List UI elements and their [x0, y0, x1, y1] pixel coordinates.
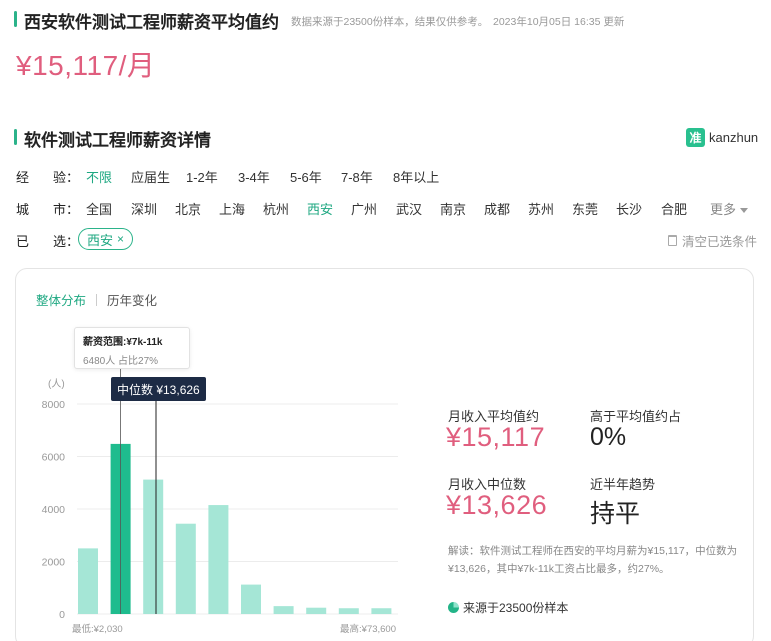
- median-tag: 中位数 ¥13,626: [111, 377, 206, 401]
- bar-7: [306, 607, 327, 614]
- tooltip-range: 薪资范围:¥7k-11k: [83, 337, 163, 348]
- city-option-9[interactable]: 成都: [484, 199, 510, 218]
- experience-option-3[interactable]: 3-4年: [238, 167, 270, 186]
- avg-value: ¥15,117: [446, 422, 546, 452]
- clear-filters-label: 清空已选条件: [682, 235, 758, 249]
- city-option-10[interactable]: 苏州: [528, 199, 554, 218]
- tab-divider: [96, 293, 98, 306]
- bar-4: [208, 505, 229, 614]
- logo-text: kanzhun: [709, 130, 759, 145]
- trash-icon: [668, 235, 677, 246]
- bar-3: [175, 523, 196, 614]
- title-accent: [14, 11, 17, 27]
- bar-9: [371, 608, 392, 614]
- sample-source-label: 来源于23500份样本: [463, 601, 569, 615]
- x-min-label: 最低:¥2,030: [72, 623, 123, 635]
- average-salary: ¥15,117/月: [16, 50, 156, 81]
- city-option-11[interactable]: 东莞: [572, 199, 598, 218]
- city-option-0[interactable]: 全国: [86, 199, 112, 218]
- trend-value: 持平: [590, 500, 641, 528]
- y-tick-label-1: 2000: [42, 557, 66, 569]
- city-option-1[interactable]: 深圳: [131, 199, 157, 218]
- city-option-13[interactable]: 合肥: [661, 199, 687, 218]
- section-accent: [14, 129, 17, 145]
- kanzhun-logo[interactable]: 准 kanzhun: [686, 128, 758, 147]
- chip-label: 西安: [87, 232, 114, 248]
- bar-5: [241, 584, 261, 614]
- city-option-5[interactable]: 西安: [307, 199, 333, 218]
- tab-history[interactable]: 历年变化: [107, 290, 157, 309]
- source-note: 数据来源于23500份样本，结果仅供参考。: [291, 16, 489, 28]
- sample-source: 来源于23500份样本: [448, 599, 568, 616]
- above-avg-value: 0%: [590, 423, 627, 451]
- selected-chip-xian[interactable]: 西安 ×: [78, 228, 134, 250]
- city-option-3[interactable]: 上海: [219, 199, 245, 218]
- page-title: 西安软件测试工程师薪资平均值约: [24, 13, 279, 32]
- chart-tooltip: 薪资范围:¥7k-11k 6480人 占比27%: [74, 327, 190, 369]
- city-option-8[interactable]: 南京: [440, 199, 466, 218]
- median-value: ¥13,626: [446, 490, 548, 520]
- selected-label: 已选：: [16, 234, 80, 249]
- y-tick-label-3: 6000: [42, 452, 66, 464]
- experience-option-2[interactable]: 1-2年: [186, 167, 218, 186]
- update-time: 2023年10月05日 16:35 更新: [493, 16, 625, 28]
- city-option-12[interactable]: 长沙: [616, 199, 642, 218]
- experience-option-0[interactable]: 不限: [86, 167, 112, 186]
- city-option-2[interactable]: 北京: [175, 199, 201, 218]
- bar-6: [273, 606, 294, 614]
- y-tick-label-2: 4000: [42, 504, 66, 516]
- city-option-7[interactable]: 武汉: [396, 199, 422, 218]
- logo-mark-icon: 准: [686, 128, 705, 147]
- y-tick-label-4: 8000: [42, 399, 66, 411]
- city-label: 城市：: [16, 202, 80, 217]
- bar-8: [338, 608, 359, 614]
- interpretation-note: 解读：软件测试工程师在西安的平均月薪为¥15,117，中位数为¥13,626，其…: [448, 545, 738, 575]
- tab-overall-distribution[interactable]: 整体分布: [36, 290, 86, 309]
- chart-tabs: 整体分布 历年变化: [36, 290, 157, 309]
- tooltip-detail: 6480人 占比27%: [83, 356, 159, 367]
- city-option-4[interactable]: 杭州: [263, 199, 289, 218]
- x-max-label: 最高:¥73,600: [340, 623, 396, 635]
- experience-option-4[interactable]: 5-6年: [290, 167, 322, 186]
- y-tick-label-0: 0: [59, 609, 65, 621]
- bar-0: [78, 548, 98, 614]
- pie-chart-icon: [448, 602, 459, 613]
- bar-2: [143, 479, 164, 614]
- experience-option-5[interactable]: 7-8年: [341, 167, 373, 186]
- experience-option-6[interactable]: 8年以上: [393, 167, 439, 186]
- chevron-down-icon: [740, 208, 749, 214]
- clear-filters-button[interactable]: 清空已选条件: [668, 231, 757, 250]
- close-icon[interactable]: ×: [117, 232, 124, 246]
- more-cities-button[interactable]: 更多: [710, 199, 749, 218]
- experience-option-1[interactable]: 应届生: [131, 167, 170, 186]
- city-option-6[interactable]: 广州: [351, 199, 377, 218]
- y-axis-unit: (人): [48, 378, 65, 390]
- section-title: 软件测试工程师薪资详情: [24, 131, 211, 150]
- trend-label: 近半年趋势: [590, 477, 656, 492]
- experience-label: 经验：: [16, 170, 80, 185]
